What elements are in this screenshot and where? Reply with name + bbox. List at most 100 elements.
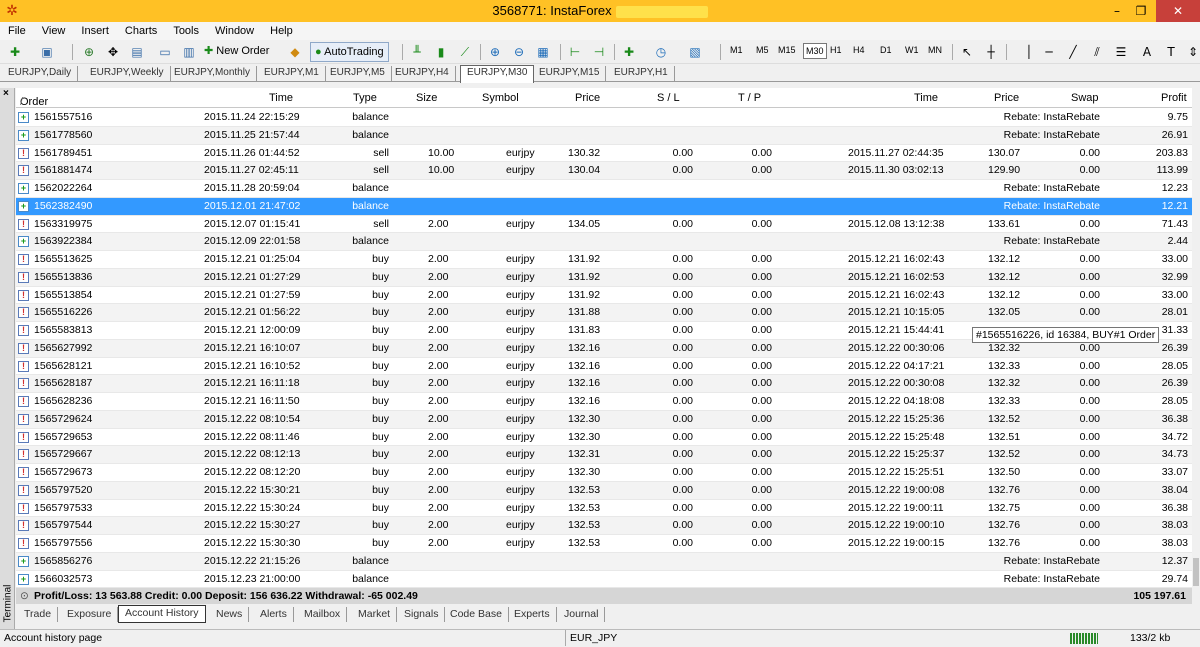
terminal-icon[interactable]: ▭ [156,43,174,61]
col-tp[interactable]: T / P [738,92,761,104]
table-row[interactable]: ! 1561789451 2015.11.26 01:44:52 sell 10.00 e… [16,145,1192,163]
col-sl[interactable]: S / L [657,92,680,104]
metaeditor-icon[interactable]: ◆ [286,43,304,61]
table-row[interactable]: ! 1565513836 2015.12.21 01:27:29 buy 2.00 eur… [16,268,1192,287]
market-watch-icon[interactable]: ⊕ [80,43,98,61]
table-row[interactable]: +1565856276 2015.12.22 21:15:26 balance Reb… [16,552,1192,571]
strategy-tester-icon[interactable]: ▥ [180,43,198,61]
col-close-time[interactable]: Time [914,92,938,104]
profiles-icon[interactable]: ▣ [38,43,56,61]
chart-tab[interactable]: EURJPY,M5 [324,66,392,82]
tab-trade[interactable]: Trade [18,607,59,622]
new-chart-icon[interactable]: ✚ [6,43,24,61]
tab-journal[interactable]: Journal [558,607,606,622]
chart-tab[interactable]: EURJPY,Monthly [168,66,257,82]
zoom-in-icon[interactable]: ⊕ [486,43,504,61]
menu-window[interactable]: Window [207,25,262,37]
text-icon[interactable]: A [1138,43,1156,61]
table-row[interactable]: ! 1565628187 2015.12.21 16:11:18 buy 2.00 eur… [16,375,1192,393]
table-row[interactable]: ! 1565729667 2015.12.22 08:12:13 buy 2.00 eur… [16,446,1192,464]
col-profit[interactable]: Profit [1161,92,1187,104]
table-row[interactable]: ! 1565628236 2015.12.21 16:11:50 buy 2.00 eur… [16,393,1192,411]
chart-tab[interactable]: EURJPY,Weekly [84,66,171,82]
close-button[interactable]: ✕ [1156,0,1200,22]
timeframe-h4[interactable]: H4 [853,45,865,55]
close-terminal-icon[interactable]: × [3,88,9,99]
tab-experts[interactable]: Experts [508,607,557,622]
vertical-scrollbar[interactable] [1192,88,1200,603]
zoom-out-icon[interactable]: ⊖ [510,43,528,61]
tab-alerts[interactable]: Alerts [254,607,294,622]
col-symbol[interactable]: Symbol [482,92,519,104]
table-row[interactable]: ! 1565513854 2015.12.21 01:27:59 buy 2.00 eur… [16,287,1192,305]
candlestick-icon[interactable]: ▮ [432,43,450,61]
chart-tab[interactable]: EURJPY,M15 [533,66,607,82]
tab-market[interactable]: Market [352,607,398,622]
timeframe-m30[interactable]: M30 [803,43,827,59]
col-close-price[interactable]: Price [994,92,1019,104]
timeframe-mn[interactable]: MN [928,45,942,55]
col-size[interactable]: Size [416,92,437,104]
new-order-button[interactable]: ✚ New Order [200,42,273,62]
col-swap[interactable]: Swap [1071,92,1099,104]
chart-tab[interactable]: EURJPY,M1 [258,66,326,82]
table-row[interactable]: ! 1565729673 2015.12.22 08:12:20 buy 2.00 eur… [16,464,1192,482]
horizontal-line-icon[interactable]: ─ [1040,43,1058,61]
scroll-thumb[interactable] [1193,558,1199,586]
indicators-icon[interactable]: ✚ [620,43,638,61]
text-label-icon[interactable]: T [1162,43,1180,61]
chart-tab[interactable]: EURJPY,H1 [608,66,675,82]
arrows-icon[interactable]: ⇕ [1184,43,1200,61]
cursor-icon[interactable]: ↖ [958,43,976,61]
bar-chart-icon[interactable]: ╨ [408,43,426,61]
table-row[interactable]: ! 1565797533 2015.12.22 15:30:24 buy 2.00 eur… [16,500,1192,518]
table-row[interactable]: +1563922384 2015.12.09 22:01:58 balance Reb… [16,233,1192,251]
tab-exposure[interactable]: Exposure [61,607,119,622]
menu-view[interactable]: View [34,25,74,37]
table-row[interactable]: +1561778560 2015.11.25 21:57:44 balance Reb… [16,126,1192,145]
col-time[interactable]: Time [269,92,293,104]
chart-tab[interactable]: EURJPY,M30 [460,65,535,83]
autotrading-button[interactable]: ● AutoTrading [310,42,389,62]
table-row[interactable]: ! 1565797544 2015.12.22 15:30:27 buy 2.00 eur… [16,517,1192,535]
timeframe-m1[interactable]: M1 [730,45,743,55]
crosshair-icon[interactable]: ┼ [982,43,1000,61]
auto-scroll-icon[interactable]: ⊢ [566,43,584,61]
chart-tab[interactable]: EURJPY,H4 [389,66,456,82]
tile-windows-icon[interactable]: ▦ [534,43,552,61]
table-row[interactable]: +1561557516 2015.11.24 22:15:29 balance Reb… [16,109,1192,127]
col-type[interactable]: Type [353,92,377,104]
table-row[interactable]: ! 1565729653 2015.12.22 08:11:46 buy 2.00 eur… [16,429,1192,447]
menu-charts[interactable]: Charts [117,25,165,37]
table-row[interactable]: ! 1565797520 2015.12.22 15:30:21 buy 2.00 eur… [16,481,1192,500]
table-row[interactable]: ! 1561881474 2015.11.27 02:45:11 sell 10.00 e… [16,162,1192,180]
col-price[interactable]: Price [575,92,600,104]
navigator-icon[interactable]: ▤ [128,43,146,61]
table-row[interactable]: ! 1563319975 2015.12.07 01:15:41 sell 2.00 eu… [16,216,1192,234]
tab-news[interactable]: News [210,607,250,622]
menu-help[interactable]: Help [262,25,301,37]
menu-file[interactable]: File [0,25,34,37]
trendline-icon[interactable]: ╱ [1064,43,1082,61]
menu-insert[interactable]: Insert [73,25,117,37]
fibonacci-icon[interactable]: ☰ [1112,43,1130,61]
table-row[interactable]: ! 1565729624 2015.12.22 08:10:54 buy 2.00 eur… [16,410,1192,429]
restore-button[interactable]: ❐ [1128,0,1154,22]
tab-account-history[interactable]: Account History [118,605,206,623]
table-row[interactable]: +1562382490 2015.12.01 21:47:02 balance Reb… [16,197,1192,216]
timeframe-m5[interactable]: M5 [756,45,769,55]
timeframe-d1[interactable]: D1 [880,45,892,55]
table-row[interactable]: ! 1565513625 2015.12.21 01:25:04 buy 2.00 eur… [16,251,1192,269]
menu-tools[interactable]: Tools [165,25,207,37]
tab-signals[interactable]: Signals [398,607,446,622]
periods-icon[interactable]: ◷ [652,43,670,61]
tab-mailbox[interactable]: Mailbox [298,607,348,622]
line-chart-icon[interactable]: ⟋ [456,43,474,61]
table-row[interactable]: ! 1565628121 2015.12.21 16:10:52 buy 2.00 eur… [16,358,1192,376]
timeframe-w1[interactable]: W1 [905,45,919,55]
table-row[interactable]: ! 1565797556 2015.12.22 15:30:30 buy 2.00 eur… [16,535,1192,553]
chart-tab[interactable]: EURJPY,Daily [2,66,79,82]
channel-icon[interactable]: ⫽ [1088,43,1106,61]
timeframe-h1[interactable]: H1 [830,45,842,55]
tab-code-base[interactable]: Code Base [444,607,509,622]
